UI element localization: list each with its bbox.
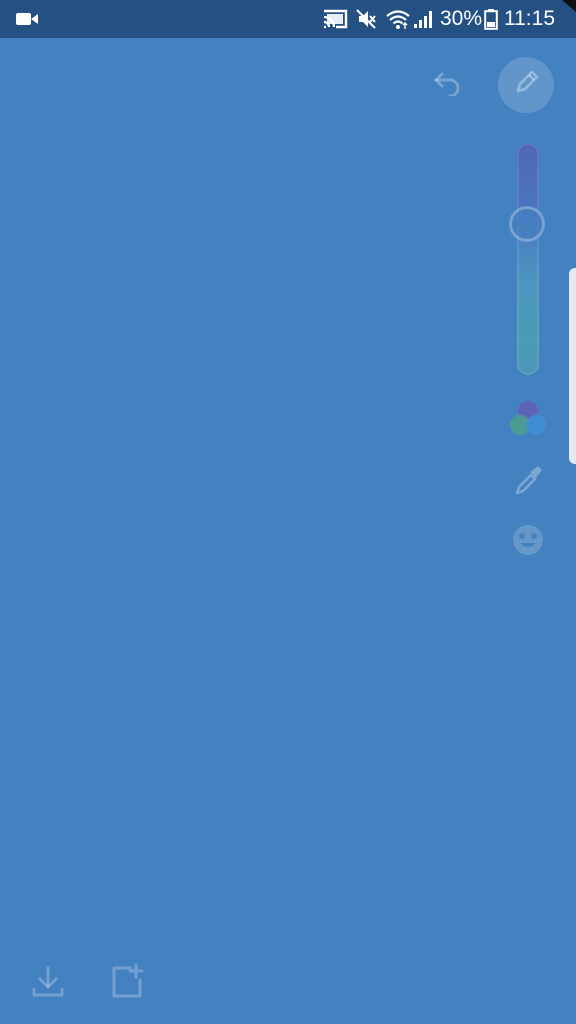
signal-icon xyxy=(411,0,435,38)
add-page-button[interactable] xyxy=(104,962,148,1006)
wifi-icon xyxy=(384,0,412,38)
download-button[interactable] xyxy=(26,962,70,1006)
battery-percentage: 30% xyxy=(440,7,483,30)
video-camera-icon xyxy=(14,0,40,38)
download-icon xyxy=(28,962,68,1007)
emoji-icon xyxy=(511,523,545,562)
cast-icon xyxy=(320,0,350,38)
battery-icon xyxy=(483,0,499,38)
pencil-icon xyxy=(511,68,541,103)
undo-button[interactable] xyxy=(430,66,466,102)
status-bar: 30% 11:15 xyxy=(0,0,576,38)
edge-panel-handle[interactable] xyxy=(569,268,576,464)
undo-icon xyxy=(432,68,464,101)
drawing-canvas[interactable] xyxy=(0,38,576,1024)
add-page-icon xyxy=(106,962,146,1007)
brush-size-slider[interactable] xyxy=(517,143,539,375)
eyedropper-button[interactable] xyxy=(508,462,548,502)
color-palette-button[interactable] xyxy=(505,398,551,444)
color-palette-icon xyxy=(506,397,550,446)
pencil-button[interactable] xyxy=(498,57,554,113)
mute-icon xyxy=(354,0,378,38)
brush-size-slider-thumb[interactable] xyxy=(509,206,545,243)
emoji-button[interactable] xyxy=(508,522,548,562)
clock: 11:15 xyxy=(504,7,555,30)
screen-corner xyxy=(562,0,576,12)
eyedropper-icon xyxy=(511,463,545,502)
